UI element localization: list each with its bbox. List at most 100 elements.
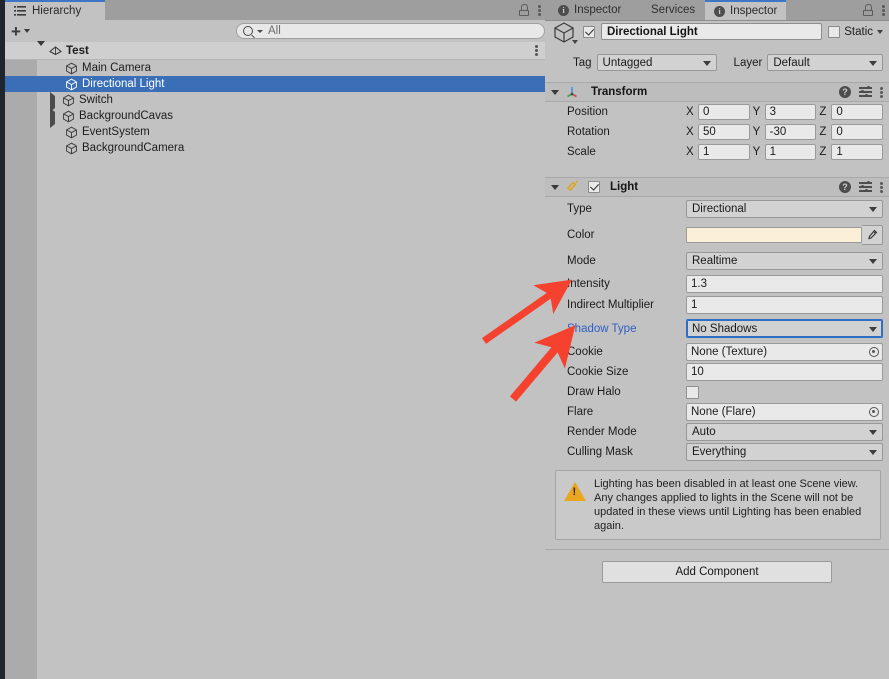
light-culling-mask-dropdown[interactable]: Everything: [686, 443, 883, 461]
tab-hierarchy[interactable]: Hierarchy: [5, 0, 105, 20]
position-y-input[interactable]: 3: [764, 104, 817, 120]
transform-rotation-row: Rotation X 50 Y -30 Z 0: [545, 122, 889, 142]
light-mode-dropdown[interactable]: Realtime: [686, 252, 883, 270]
hierarchy-item-label: BackgroundCavas: [79, 110, 173, 122]
hierarchy-item-switch[interactable]: Switch: [5, 91, 545, 112]
light-type-dropdown[interactable]: Directional: [686, 200, 883, 218]
light-enabled-checkbox[interactable]: [588, 181, 600, 193]
light-intensity-input[interactable]: 1.3: [686, 274, 883, 293]
tag-layer-row: Tag Untagged Layer Default: [545, 53, 889, 72]
light-render-mode-dropdown[interactable]: Auto: [686, 423, 883, 441]
position-x-input[interactable]: 0: [698, 104, 750, 120]
info-icon: i: [558, 4, 569, 16]
gameobject-enabled-checkbox[interactable]: [583, 25, 595, 38]
axis-x-label: X: [686, 126, 694, 138]
scale-y-value: 1: [769, 146, 777, 158]
tab-inspector-2[interactable]: i Inspector: [705, 0, 787, 20]
tab-services[interactable]: Services: [642, 0, 704, 20]
light-shadow-type-label: Shadow Type: [567, 322, 637, 335]
chevron-down-icon[interactable]: [877, 29, 883, 34]
axis-z-label: Z: [819, 146, 827, 158]
light-component: Light ? Type Directional Color Mode Real…: [545, 177, 889, 583]
object-picker-icon[interactable]: [869, 347, 879, 357]
light-shadow-type-dropdown[interactable]: No Shadows: [686, 319, 883, 338]
rotation-y-value: -30: [769, 126, 787, 138]
scene-icon: [49, 44, 62, 57]
hierarchy-item-label: Directional Light: [82, 78, 165, 90]
hierarchy-item-eventsystem[interactable]: EventSystem: [5, 124, 545, 140]
scale-x-value: 1: [703, 146, 710, 158]
light-color-swatch[interactable]: [686, 227, 862, 243]
scale-x-input[interactable]: 1: [698, 144, 750, 160]
create-gameobject-button[interactable]: +: [11, 23, 30, 40]
tag-value: Untagged: [602, 56, 653, 69]
position-z-input[interactable]: 0: [831, 104, 884, 120]
info-icon: i: [714, 5, 725, 17]
preset-sliders-icon[interactable]: [859, 86, 872, 98]
kebab-menu-icon[interactable]: [880, 181, 883, 194]
light-cookie-value: None (Texture): [691, 346, 768, 358]
hierarchy-scene-row[interactable]: Test: [5, 41, 545, 60]
light-header[interactable]: Light ?: [545, 177, 889, 197]
rotation-z-input[interactable]: 0: [831, 124, 884, 140]
chevron-down-icon: [869, 430, 877, 435]
tab-hierarchy-label: Hierarchy: [32, 5, 82, 17]
light-culling-mask-value: Everything: [692, 446, 747, 458]
lock-open-icon[interactable]: [519, 4, 529, 16]
help-icon[interactable]: ?: [839, 86, 851, 98]
unity-editor-window: Hierarchy + All Test Main Camera Directi…: [0, 0, 889, 679]
transform-axis-icon: [565, 84, 579, 101]
hierarchy-search-input[interactable]: All: [236, 23, 545, 39]
light-render-mode-label: Render Mode: [567, 426, 637, 438]
kebab-menu-icon[interactable]: [880, 86, 883, 99]
scale-y-input[interactable]: 1: [764, 144, 817, 160]
transform-title: Transform: [591, 86, 648, 98]
light-flare-object-field[interactable]: None (Flare): [686, 403, 883, 421]
light-cookie-object-field[interactable]: None (Texture): [686, 343, 883, 361]
scene-kebab-menu-icon[interactable]: [535, 44, 538, 57]
position-z-value: 0: [836, 106, 843, 118]
add-component-button[interactable]: Add Component: [602, 561, 832, 583]
light-shadow-type-value: No Shadows: [692, 322, 758, 335]
scale-label: Scale: [567, 146, 596, 158]
transform-foldout-icon[interactable]: [551, 89, 559, 95]
light-indirect-multiplier-input[interactable]: 1: [686, 295, 883, 314]
kebab-menu-icon[interactable]: [882, 4, 885, 17]
warning-triangle-icon: [564, 482, 586, 501]
twisty-collapsed[interactable]: [50, 91, 59, 112]
hierarchy-item-backgroundcavas[interactable]: BackgroundCavas: [5, 107, 545, 128]
light-intensity-value: 1.3: [691, 277, 707, 290]
gameobject-name-input[interactable]: Directional Light: [601, 23, 823, 40]
rotation-y-input[interactable]: -30: [764, 124, 817, 140]
preset-sliders-icon[interactable]: [859, 181, 872, 193]
help-icon[interactable]: ?: [839, 181, 851, 193]
light-foldout-icon[interactable]: [551, 184, 559, 190]
hierarchy-item-main-camera[interactable]: Main Camera: [5, 60, 545, 76]
scene-twisty-open[interactable]: [37, 41, 46, 58]
static-control[interactable]: Static: [828, 25, 883, 38]
light-culling-mask-row: Culling Mask Everything: [545, 442, 889, 462]
light-indirect-multiplier-label: Indirect Multiplier: [567, 298, 654, 311]
scale-z-input[interactable]: 1: [831, 144, 884, 160]
light-cookie-size-row: Cookie Size 10: [545, 362, 889, 382]
layer-dropdown[interactable]: Default: [767, 54, 883, 71]
hierarchy-item-directional-light[interactable]: Directional Light: [5, 76, 545, 92]
twisty-collapsed[interactable]: [50, 107, 59, 128]
gameobject-cube-icon[interactable]: [551, 21, 578, 44]
light-draw-halo-checkbox[interactable]: [686, 385, 699, 399]
light-mode-value: Realtime: [692, 255, 738, 267]
object-picker-icon[interactable]: [869, 407, 879, 417]
twisty-placeholder: [52, 80, 61, 89]
rotation-x-input[interactable]: 50: [698, 124, 750, 140]
lock-open-icon[interactable]: [863, 4, 873, 16]
tag-dropdown[interactable]: Untagged: [596, 54, 717, 71]
light-cookie-size-input[interactable]: 10: [686, 363, 883, 381]
static-checkbox[interactable]: [828, 25, 841, 38]
hierarchy-item-backgroundcamera[interactable]: BackgroundCamera: [5, 140, 545, 156]
eyedropper-icon[interactable]: [862, 225, 883, 245]
transform-header[interactable]: Transform ?: [545, 82, 889, 102]
tab-inspector-1[interactable]: i Inspector: [549, 0, 630, 20]
kebab-menu-icon[interactable]: [538, 4, 541, 17]
hierarchy-panel: Hierarchy + All Test Main Camera Directi…: [0, 0, 545, 679]
chevron-down-icon: [869, 450, 877, 455]
